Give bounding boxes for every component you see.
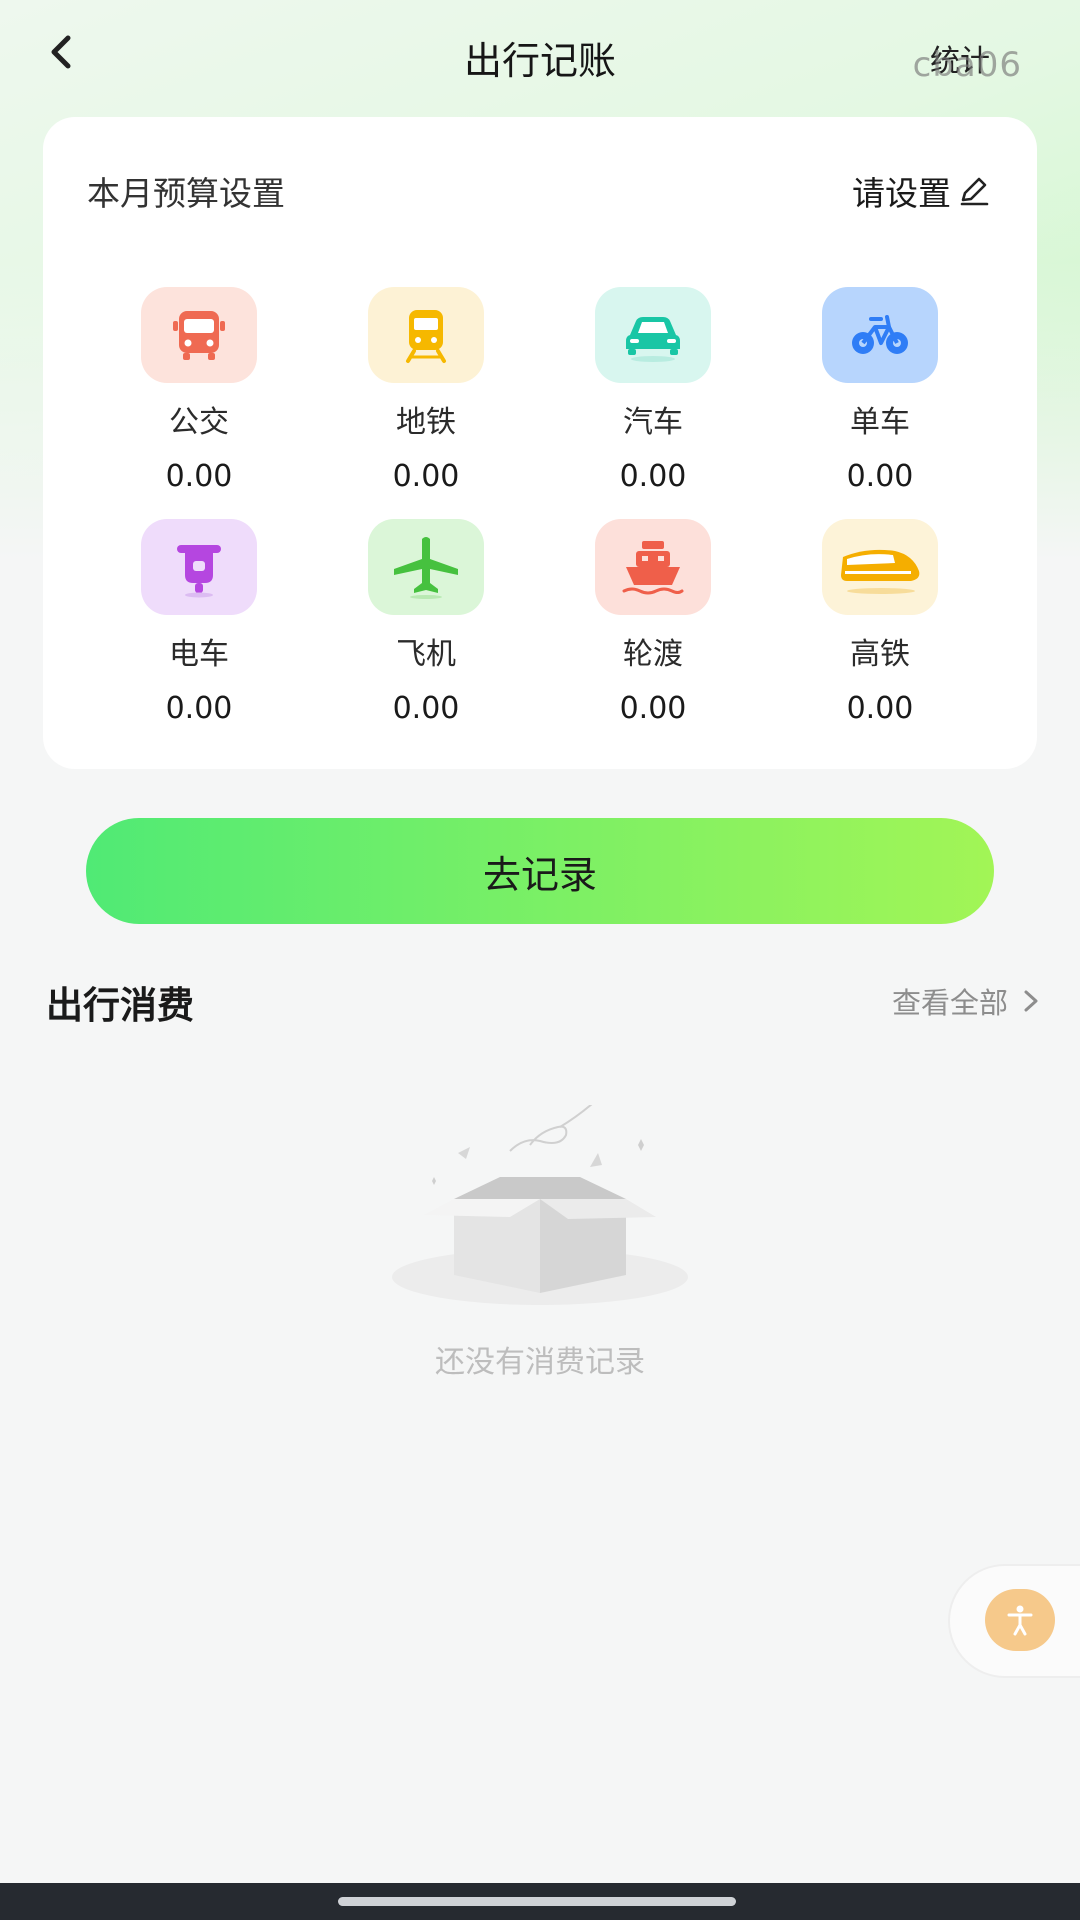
set-budget-button[interactable]: 请设置 <box>852 167 991 215</box>
bus-icon <box>141 287 257 383</box>
subway-icon <box>368 287 484 383</box>
category-high-speed-train[interactable]: 高铁 0.00 <box>780 519 980 726</box>
set-budget-label: 请设置 <box>852 174 951 213</box>
category-bus[interactable]: 公交 0.00 <box>99 287 299 494</box>
scooter-icon <box>141 519 257 615</box>
category-ship[interactable]: 轮渡 0.00 <box>553 519 753 726</box>
view-all-label: 查看全部 <box>891 986 1008 1020</box>
expenses-section-title: 出行消费 <box>46 984 194 1027</box>
edit-icon <box>960 177 989 206</box>
watermark: cba06 <box>912 45 1022 85</box>
go-record-button[interactable]: 去记录 <box>86 818 994 924</box>
car-icon <box>595 287 711 383</box>
high-speed-train-icon <box>822 519 938 615</box>
empty-box-illustration <box>390 1096 690 1305</box>
bicycle-icon <box>822 287 938 383</box>
system-navigation-bar <box>0 1883 1080 1920</box>
budget-card: 本月预算设置 请设置 公交 0.00 地铁 0.00 汽车 0.00 单车 0.… <box>43 117 1037 769</box>
accessibility-icon <box>1007 1605 1033 1636</box>
category-scooter[interactable]: 电车 0.00 <box>99 519 299 726</box>
floating-accessibility-panel <box>950 1566 1080 1676</box>
airplane-icon <box>368 519 484 615</box>
ship-icon <box>595 519 711 615</box>
category-car[interactable]: 汽车 0.00 <box>553 287 753 494</box>
category-subway[interactable]: 地铁 0.00 <box>326 287 526 494</box>
chevron-right-icon <box>1024 990 1038 1012</box>
category-bicycle[interactable]: 单车 0.00 <box>780 287 980 494</box>
accessibility-button[interactable] <box>985 1589 1055 1651</box>
home-indicator[interactable] <box>338 1897 736 1906</box>
header: 出行记账 统计 cba06 <box>0 0 1080 110</box>
empty-state-text: 还没有消费记录 <box>435 1345 645 1380</box>
budget-card-title: 本月预算设置 <box>87 174 285 213</box>
view-all-link[interactable]: 查看全部 <box>892 980 1040 1022</box>
category-airplane[interactable]: 飞机 0.00 <box>326 519 526 726</box>
